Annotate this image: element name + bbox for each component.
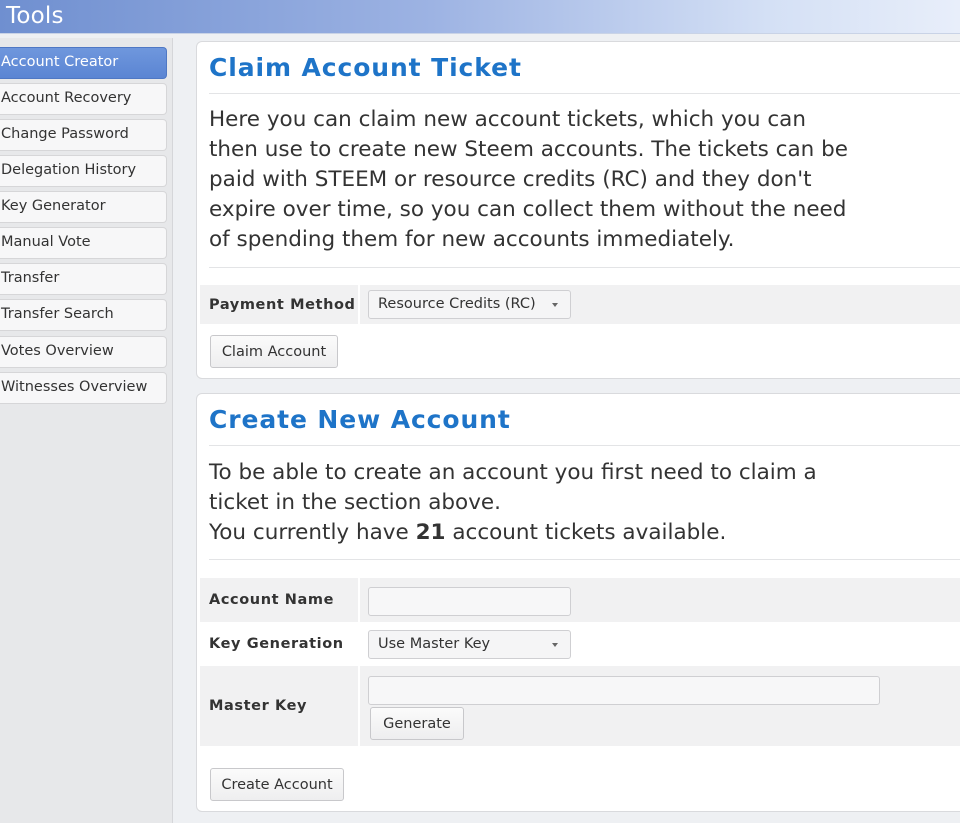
sidebar-item-votes-overview[interactable]: Votes Overview	[0, 336, 167, 368]
divider	[209, 559, 960, 560]
key-generation-value: Use Master Key	[378, 636, 491, 652]
sidebar-nav: Account Creator Account Recovery Change …	[0, 38, 173, 823]
payment-method-value: Resource Credits (RC)	[378, 296, 536, 312]
account-name-input[interactable]	[368, 587, 571, 616]
sidebar-item-transfer[interactable]: Transfer	[0, 263, 167, 295]
divider	[209, 93, 960, 94]
payment-method-label: Payment Method	[200, 285, 358, 324]
app-header: ' Tools	[0, 0, 960, 34]
tickets-suffix: account tickets available.	[445, 520, 727, 545]
ticket-count: 21	[415, 520, 446, 545]
create-account-description: To be able to create an account you firs…	[209, 458, 849, 548]
master-key-row: Master Key Generate	[200, 666, 960, 746]
payment-method-row: Payment Method Resource Credits (RC)	[200, 285, 960, 324]
divider	[209, 267, 960, 268]
payment-method-select[interactable]: Resource Credits (RC)	[368, 290, 571, 319]
sidebar-item-manual-vote[interactable]: Manual Vote	[0, 227, 167, 259]
create-account-panel: Create New Account To be able to create …	[196, 393, 960, 812]
create-account-intro: To be able to create an account you firs…	[209, 460, 817, 515]
master-key-input[interactable]	[368, 676, 880, 705]
sidebar-item-key-generator[interactable]: Key Generator	[0, 191, 167, 223]
account-name-label: Account Name	[200, 578, 358, 622]
tickets-prefix: You currently have	[209, 520, 416, 545]
app-title: ' Tools	[0, 3, 64, 29]
master-key-label: Master Key	[200, 666, 358, 746]
create-account-title: Create New Account	[209, 405, 511, 434]
claim-ticket-title: Claim Account Ticket	[209, 53, 522, 82]
claim-ticket-panel: Claim Account Ticket Here you can claim …	[196, 41, 960, 379]
chevron-down-icon	[552, 643, 558, 647]
claim-account-button[interactable]: Claim Account	[210, 335, 338, 368]
claim-ticket-description: Here you can claim new account tickets, …	[209, 107, 848, 252]
sidebar-item-change-password[interactable]: Change Password	[0, 119, 167, 151]
key-generation-select[interactable]: Use Master Key	[368, 630, 571, 659]
create-account-button[interactable]: Create Account	[210, 768, 344, 801]
sidebar-item-delegation-history[interactable]: Delegation History	[0, 155, 167, 187]
sidebar-item-transfer-search[interactable]: Transfer Search	[0, 299, 167, 331]
sidebar-item-account-recovery[interactable]: Account Recovery	[0, 83, 167, 115]
key-generation-row: Key Generation Use Master Key	[200, 622, 960, 666]
account-name-row: Account Name	[200, 578, 960, 622]
chevron-down-icon	[552, 303, 558, 307]
key-generation-label: Key Generation	[209, 636, 344, 652]
divider	[209, 445, 960, 446]
generate-button[interactable]: Generate	[370, 707, 464, 740]
sidebar-item-witnesses-overview[interactable]: Witnesses Overview	[0, 372, 167, 404]
sidebar-item-account-creator[interactable]: Account Creator	[0, 47, 167, 79]
